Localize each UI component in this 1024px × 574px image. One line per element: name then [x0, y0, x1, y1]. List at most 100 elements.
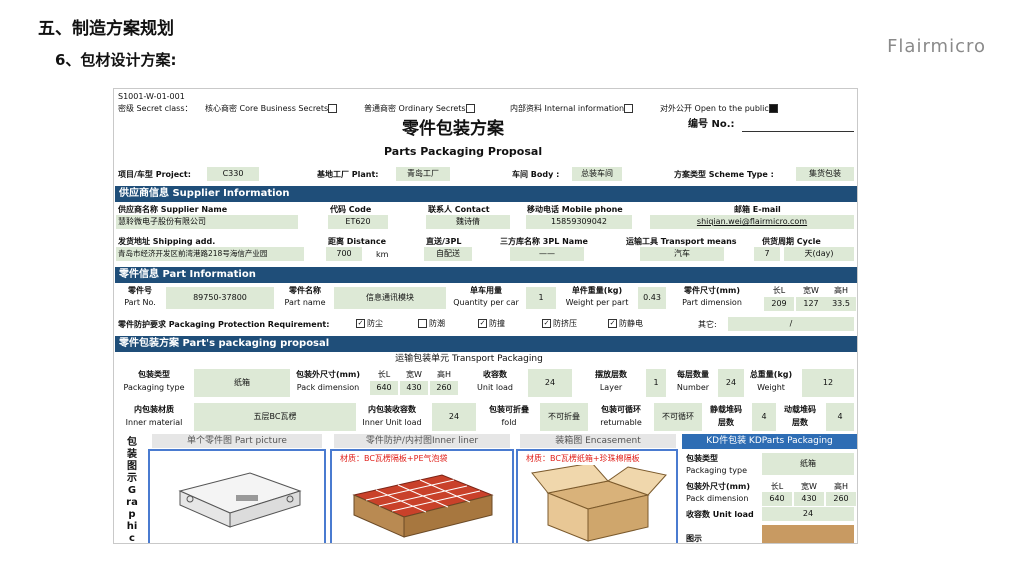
- part-name-label: 零件名称: [289, 286, 321, 295]
- pack-val-w: 430: [400, 381, 428, 395]
- pack-val-l: 640: [370, 381, 398, 395]
- protect-label: 零件防护要求 Packaging Protection Requirement:: [118, 320, 330, 329]
- inner-mat-label: 内包装材质: [134, 405, 174, 414]
- kd-val-h: 260: [826, 492, 856, 506]
- dim-head-l: 长L: [772, 286, 786, 295]
- checkbox-icon[interactable]: [624, 104, 634, 113]
- secret-internal: 内部资料 Internal information: [510, 103, 635, 114]
- dim-head-w: 宽W: [803, 286, 819, 295]
- dim-val-h: 33.5: [826, 297, 856, 311]
- transport-value: 汽车: [640, 247, 724, 261]
- checkbox-checked-icon[interactable]: [768, 104, 778, 113]
- distance-unit: km: [376, 250, 389, 259]
- checkbox-checked-icon[interactable]: ✓: [478, 319, 487, 328]
- supplier-name: 慧聆微电子股份有限公司: [116, 215, 298, 229]
- encasement-picture: 材质：BC瓦楞纸箱+珍珠棉隔板: [516, 449, 678, 543]
- layer-label: 摆放层数: [595, 370, 627, 379]
- pack-type-label: 包装类型: [138, 370, 170, 379]
- inner-mat-label-en: Inner material: [125, 418, 183, 427]
- checkbox-checked-icon[interactable]: ✓: [608, 319, 617, 328]
- checkbox-checked-icon[interactable]: ✓: [542, 319, 551, 328]
- checkbox-checked-icon[interactable]: ✓: [356, 319, 365, 328]
- qty-value: 1: [526, 287, 556, 309]
- sheet-title-cn: 零件包装方案: [402, 119, 504, 139]
- dynamic-stack-value: 4: [826, 403, 854, 431]
- kd-dim-label-en: Pack dimension: [686, 494, 749, 503]
- other-label: 其它:: [698, 320, 717, 329]
- distance-label: 距离 Distance: [328, 237, 387, 246]
- kd-header: KD件包装 KDParts Packaging: [682, 434, 857, 449]
- unit-load-value: 24: [528, 369, 572, 397]
- project-label: 项目/车型 Project:: [118, 170, 191, 179]
- protect-opt-impact[interactable]: ✓ 防撞: [478, 318, 505, 329]
- kd-box-photo: [762, 525, 854, 543]
- fold-value: 不可折叠: [540, 403, 588, 431]
- part-name-value: 信息通讯模块: [334, 287, 446, 309]
- inner-mat-value: 五层BC瓦楞: [194, 403, 356, 431]
- contact-label: 联系人 Contact: [428, 205, 490, 214]
- layer-value: 1: [646, 369, 666, 397]
- static-stack-label: 静载堆码: [710, 405, 742, 414]
- email-value[interactable]: shiqian.wei@flairmicro.com: [650, 215, 854, 229]
- part-no-label-en: Part No.: [124, 298, 156, 307]
- fold-label-en: fold: [501, 418, 517, 427]
- checkbox-icon[interactable]: [465, 104, 475, 113]
- brand-logo: Flairmicro: [887, 36, 986, 57]
- part-picture: [148, 449, 326, 543]
- kd-pic-label: 图示: [686, 534, 702, 543]
- cycle-value: 7: [754, 247, 780, 261]
- sheet-title-en: Parts Packaging Proposal: [384, 145, 543, 158]
- number-label: 编号 No.:: [688, 119, 735, 130]
- total-weight-value: 12: [802, 369, 854, 397]
- weight-value: 0.43: [638, 287, 666, 309]
- ship-address: 青岛市经济开发区前湾港路218号海信产业园: [116, 247, 304, 261]
- part-dim-label: 零件尺寸(mm): [684, 286, 740, 295]
- kd-type-value: 纸箱: [762, 453, 854, 475]
- unit-load-label: 收容数: [483, 370, 507, 379]
- inner-load-label-en: Inner Unit load: [362, 418, 422, 427]
- weight-label-en: Weight per part: [565, 298, 629, 307]
- cycle-unit: 天(day): [784, 247, 854, 261]
- number-field[interactable]: [742, 120, 854, 132]
- weight-label: 单件重量(kg): [571, 286, 623, 295]
- static-stack-value: 4: [752, 403, 776, 431]
- liner-material: 材质：BC瓦楞隔板+PE气泡袋: [340, 454, 448, 463]
- number-per-layer-label-en: Number: [676, 383, 710, 392]
- kd-load-label: 收容数 Unit load: [686, 510, 754, 519]
- pack-type-value: 纸箱: [194, 369, 290, 397]
- ship-label: 发货地址 Shipping add.: [118, 237, 216, 246]
- checkbox-icon[interactable]: [328, 104, 338, 113]
- part-dim-label-en: Part dimension: [682, 298, 742, 307]
- part-band: 零件信息 Part Information: [115, 267, 857, 283]
- secret-ordinary: 普通商密 Ordinary Secrets: [364, 103, 477, 114]
- protect-opt-static[interactable]: ✓ 防静电: [608, 318, 643, 329]
- tpl-label: 三方库名称 3PL Name: [500, 237, 588, 246]
- slide-subtitle: 6、包材设计方案:: [55, 51, 177, 69]
- dynamic-stack-label: 动载堆码: [784, 405, 816, 414]
- kd-val-l: 640: [762, 492, 792, 506]
- protect-opt-moisture[interactable]: 防潮: [418, 318, 445, 329]
- dim-val-w: 127: [796, 297, 826, 311]
- protect-opt-dust[interactable]: ✓ 防尘: [356, 318, 383, 329]
- cycle-label: 供货周期 Cycle: [762, 237, 821, 246]
- doc-code: S1001-W-01-001: [118, 92, 185, 101]
- total-weight-label-en: Weight: [757, 383, 785, 392]
- kd-type-label: 包装类型: [686, 454, 718, 463]
- kd-dim-label: 包装外尺寸(mm): [686, 482, 750, 491]
- other-value: /: [728, 317, 854, 331]
- total-weight-label: 总重量(kg): [749, 370, 793, 379]
- code-value: ET620: [328, 215, 388, 229]
- secret-class-label: 密级 Secret class：: [118, 104, 193, 113]
- pic-case-header: 装箱图 Encasement: [520, 434, 676, 448]
- pack-dim-label: 包装外尺寸(mm): [296, 370, 360, 379]
- static-stack-label-2: 层数: [718, 418, 734, 427]
- checkbox-icon[interactable]: [418, 319, 427, 328]
- plant-label: 基地工厂 Plant:: [317, 170, 379, 179]
- carton-box-icon: [531, 465, 667, 542]
- part-no-label: 零件号: [128, 286, 152, 295]
- protect-opt-squeeze[interactable]: ✓ 防挤压: [542, 318, 577, 329]
- kd-head-l: 长L: [770, 482, 784, 491]
- mobile-value: 15859309042: [526, 215, 632, 229]
- body-value: 总装车间: [572, 167, 622, 181]
- part-module-icon: [178, 472, 302, 528]
